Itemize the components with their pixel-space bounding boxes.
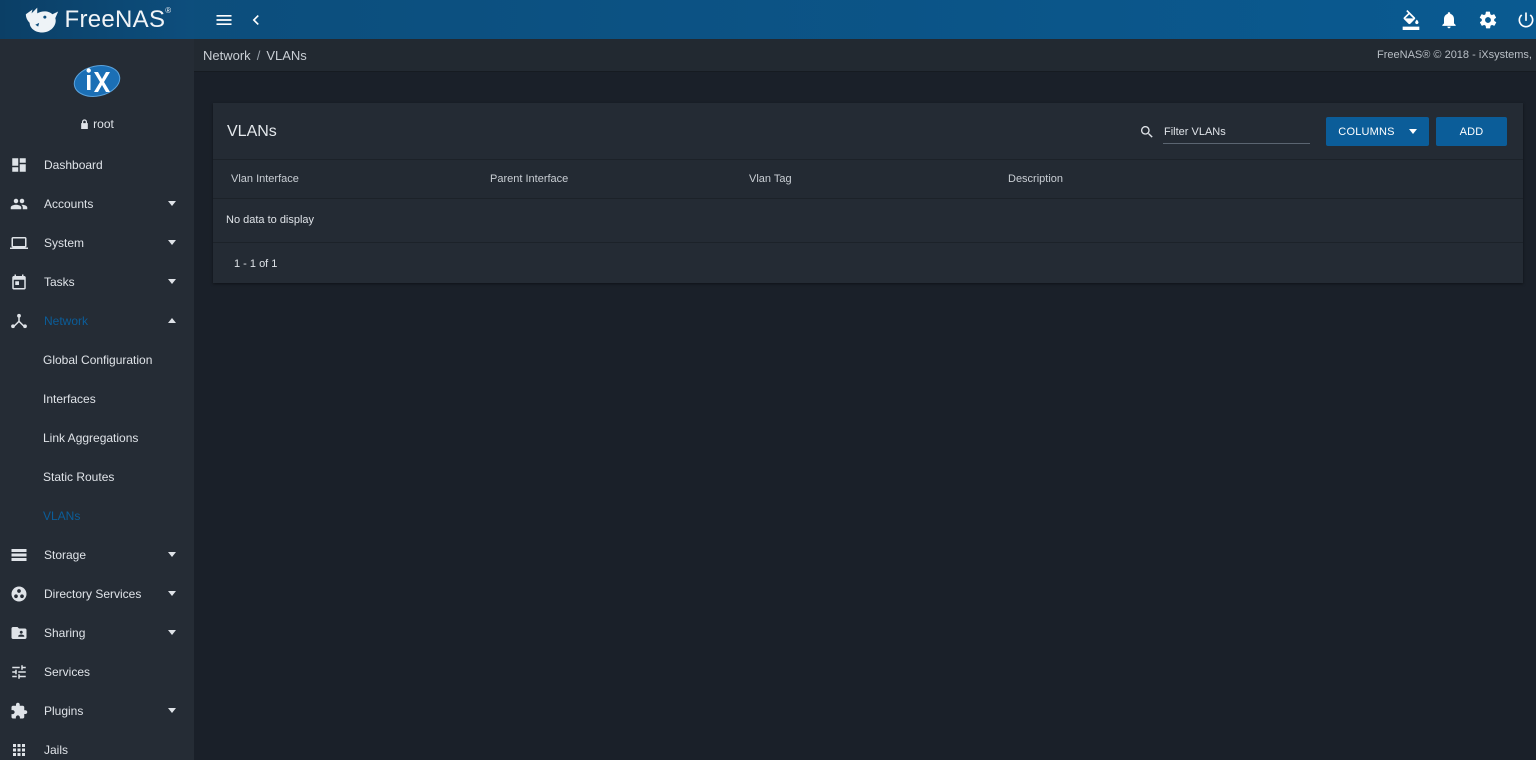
card-title: VLANs xyxy=(227,123,277,140)
column-header-description[interactable]: Description xyxy=(1008,173,1063,185)
sidebar-item-system[interactable]: System xyxy=(0,223,194,262)
lock-icon xyxy=(81,119,88,129)
chevron-up-icon xyxy=(168,318,176,323)
bell-icon xyxy=(1442,12,1456,29)
sidebar-item-plugins[interactable]: Plugins xyxy=(0,691,194,730)
empty-table-message: No data to display xyxy=(226,214,315,226)
tune-icon xyxy=(10,663,28,681)
chevron-down-icon xyxy=(168,201,176,206)
breadcrumb: Network / VLANs xyxy=(203,48,307,63)
column-header-vlan-interface[interactable]: Vlan Interface xyxy=(231,173,299,185)
sidebar-item-label: Storage xyxy=(44,547,87,562)
copyright-text: FreeNAS® © 2018 - iXsystems, xyxy=(1377,49,1532,61)
sidebar-item-label: Tasks xyxy=(44,274,75,289)
chevron-down-icon xyxy=(1408,129,1417,134)
brand-name: FreeNAS® xyxy=(64,5,172,33)
power-icon xyxy=(1518,12,1534,28)
chevron-down-icon xyxy=(168,708,176,713)
chevron-down-icon xyxy=(168,279,176,284)
breadcrumb-separator: / xyxy=(256,48,261,63)
ix-logo xyxy=(73,65,121,97)
sidebar-item-label: Directory Services xyxy=(44,586,142,601)
chevron-down-icon xyxy=(168,552,176,557)
column-header-parent-interface[interactable]: Parent Interface xyxy=(490,173,568,185)
sidebar-item-label: Sharing xyxy=(44,625,86,640)
pagination-text: 1 - 1 of 1 xyxy=(234,258,278,270)
settings-button[interactable] xyxy=(1476,8,1500,32)
breadcrumb-current: VLANs xyxy=(266,48,307,63)
table-footer: 1 - 1 of 1 xyxy=(213,242,1523,284)
hamburger-icon xyxy=(216,15,232,25)
sidebar-item-label: Jails xyxy=(44,742,69,757)
sidebar-subitem-interfaces[interactable]: Interfaces xyxy=(0,379,194,418)
sidebar-subitem-static-routes[interactable]: Static Routes xyxy=(0,457,194,496)
sidebar-subitem-vlans[interactable]: VLANs xyxy=(0,496,194,535)
sidebar: root Dashboard Accounts System Tasks Net… xyxy=(0,39,194,760)
menu-toggle-button[interactable] xyxy=(212,8,236,32)
sidebar-item-sharing[interactable]: Sharing xyxy=(0,613,194,652)
sidebar-item-storage[interactable]: Storage xyxy=(0,535,194,574)
sidebar-item-accounts[interactable]: Accounts xyxy=(0,184,194,223)
notifications-button[interactable] xyxy=(1437,8,1461,32)
table-header: Vlan Interface Parent Interface Vlan Tag… xyxy=(213,159,1523,199)
sidebar-item-services[interactable]: Services xyxy=(0,652,194,691)
network-icon xyxy=(10,312,28,330)
chevron-left-icon xyxy=(252,15,259,25)
top-bar: FreeNAS® xyxy=(0,0,1536,39)
add-button[interactable]: ADD xyxy=(1436,117,1507,146)
folder-share-icon xyxy=(10,624,28,642)
puzzle-icon xyxy=(10,702,28,720)
columns-button-label: COLUMNS xyxy=(1338,125,1395,138)
breadcrumb-network-link[interactable]: Network xyxy=(203,48,251,63)
sidebar-item-jails[interactable]: Jails xyxy=(0,730,194,760)
paint-bucket-icon xyxy=(1402,10,1420,30)
sidebar-item-tasks[interactable]: Tasks xyxy=(0,262,194,301)
freenas-shark-icon xyxy=(25,7,58,32)
sidebar-item-label: Network xyxy=(44,313,89,328)
collapse-sidebar-button[interactable] xyxy=(244,8,268,32)
storage-icon xyxy=(10,546,28,564)
calendar-icon xyxy=(10,273,28,291)
gear-icon xyxy=(1479,11,1497,29)
sidebar-item-dashboard[interactable]: Dashboard xyxy=(0,145,194,184)
people-icon xyxy=(10,195,28,213)
sidebar-item-label: Dashboard xyxy=(44,157,103,172)
username[interactable]: root xyxy=(0,117,194,131)
chevron-down-icon xyxy=(168,630,176,635)
sidebar-item-network[interactable]: Network xyxy=(0,301,194,340)
brand-logo[interactable]: FreeNAS® xyxy=(0,0,194,39)
chevron-down-icon xyxy=(168,240,176,245)
sidebar-subitem-link-aggregations[interactable]: Link Aggregations xyxy=(0,418,194,457)
vlans-card: VLANs COLUMNS ADD Vlan Interface Parent … xyxy=(213,103,1523,283)
laptop-icon xyxy=(10,234,28,252)
sidebar-item-label: Accounts xyxy=(44,196,94,211)
sidebar-item-directory-services[interactable]: Directory Services xyxy=(0,574,194,613)
columns-button[interactable]: COLUMNS xyxy=(1326,117,1429,146)
column-header-vlan-tag[interactable]: Vlan Tag xyxy=(749,173,792,185)
directory-icon xyxy=(10,585,28,603)
chevron-down-icon xyxy=(168,591,176,596)
filter-vlans-input[interactable] xyxy=(1163,121,1310,144)
breadcrumb-bar: Network / VLANs FreeNAS® © 2018 - iXsystem… xyxy=(194,39,1536,72)
power-button[interactable] xyxy=(1514,8,1536,32)
search-icon xyxy=(1139,124,1155,140)
theme-button[interactable] xyxy=(1399,8,1423,32)
grid-icon xyxy=(10,741,28,759)
sidebar-item-label: Plugins xyxy=(44,703,84,718)
sidebar-item-label: System xyxy=(44,235,85,250)
user-profile: root xyxy=(0,39,194,145)
sidebar-subitem-global-configuration[interactable]: Global Configuration xyxy=(0,340,194,379)
dashboard-icon xyxy=(10,156,28,174)
sidebar-item-label: Services xyxy=(44,664,91,679)
